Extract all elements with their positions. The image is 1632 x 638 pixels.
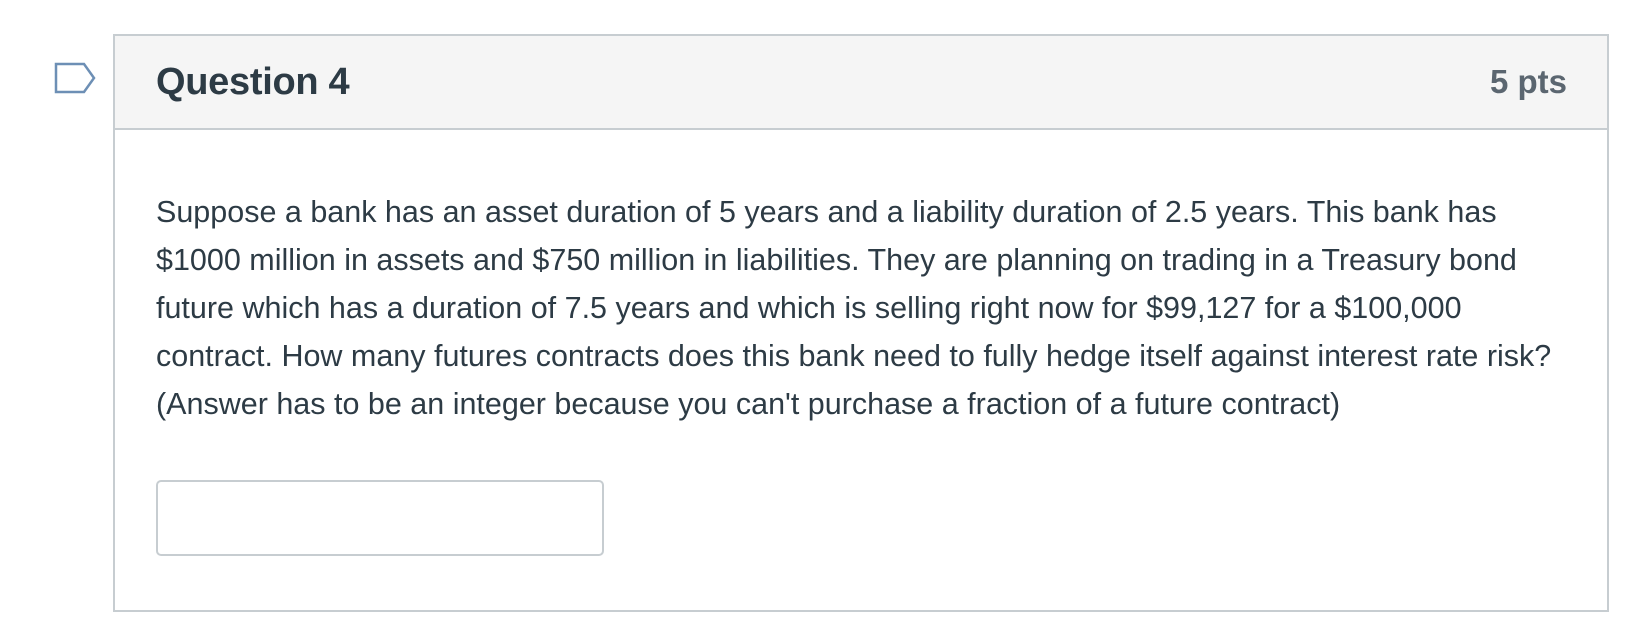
answer-input[interactable] [156, 480, 604, 556]
quiz-page: Question 4 5 pts Suppose a bank has an a… [0, 0, 1632, 638]
question-header: Question 4 5 pts [115, 36, 1607, 130]
flag-question-icon[interactable] [54, 62, 96, 94]
question-title: Question 4 [156, 60, 350, 103]
question-points: 5 pts [1489, 63, 1567, 100]
question-body: Suppose a bank has an asset duration of … [115, 130, 1607, 556]
question-card: Question 4 5 pts Suppose a bank has an a… [113, 34, 1609, 612]
question-text: Suppose a bank has an asset duration of … [156, 195, 1552, 421]
